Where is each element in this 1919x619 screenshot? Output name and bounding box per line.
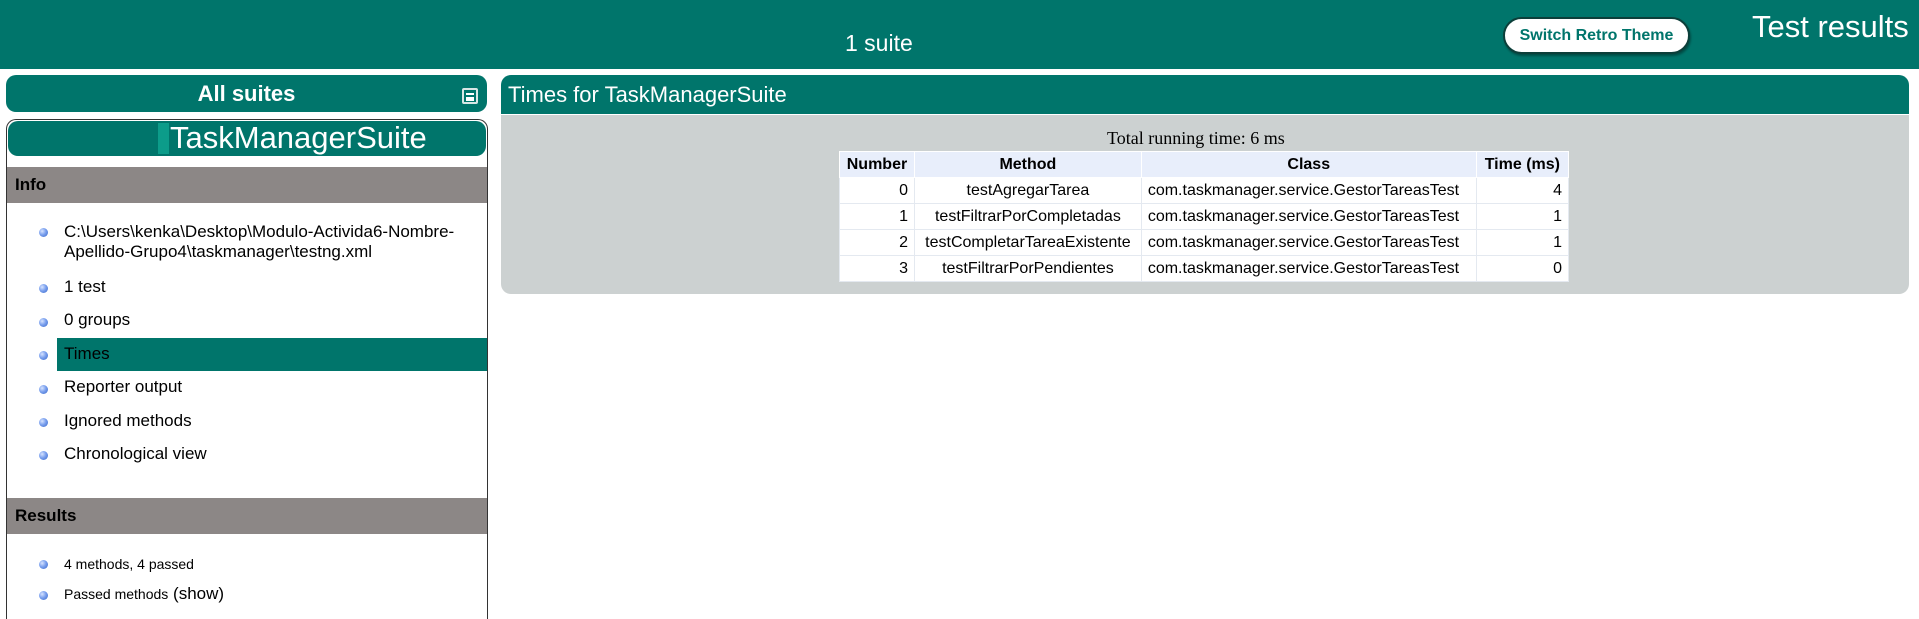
- path-line-2: Apellido-Grupo4\taskmanager\testng.xml: [64, 242, 373, 261]
- column-header-time: Time (ms): [1475, 151, 1570, 178]
- nav-item-tests[interactable]: 1 test: [64, 277, 106, 297]
- cell-class: com.taskmanager.service.GestorTareasTest: [1140, 203, 1477, 230]
- bullet-icon: [39, 228, 48, 237]
- cell-number: 3: [839, 255, 915, 282]
- bullet-icon: [39, 451, 48, 460]
- nav-item-groups[interactable]: 0 groups: [64, 310, 130, 330]
- page-title: Test results: [1752, 9, 1909, 44]
- column-header-class: Class: [1140, 151, 1477, 178]
- table-row: 2 testCompletarTareaExistente com.taskma…: [839, 229, 1570, 256]
- cell-method: testCompletarTareaExistente: [913, 229, 1142, 256]
- cell-time: 1: [1475, 203, 1570, 230]
- suite-name[interactable]: TaskManagerSuite: [170, 120, 427, 156]
- nav-item-reporter-output[interactable]: Reporter output: [64, 377, 182, 397]
- table-row: 3 testFiltrarPorPendientes com.taskmanag…: [839, 255, 1570, 282]
- nav-item-times-selected[interactable]: [57, 338, 487, 371]
- cell-method: testAgregarTarea: [913, 177, 1142, 204]
- nav-item-ignored-methods[interactable]: Ignored methods: [64, 411, 192, 431]
- path-line-1: C:\Users\kenka\Desktop\Modulo-Activida6-…: [64, 222, 455, 241]
- cell-time: 1: [1475, 229, 1570, 256]
- bullet-icon: [39, 385, 48, 394]
- table-header-row: Number Method Class Time (ms): [839, 151, 1570, 178]
- cell-time: 4: [1475, 177, 1570, 204]
- switch-retro-theme-button[interactable]: Switch Retro Theme: [1503, 17, 1690, 54]
- results-section-heading: Results: [7, 498, 487, 534]
- nav-item-testng-path[interactable]: C:\Users\kenka\Desktop\Modulo-Activida6-…: [64, 222, 454, 262]
- total-running-time: Total running time: 6 ms: [1107, 128, 1285, 148]
- bullet-icon: [39, 560, 48, 569]
- bullet-icon: [39, 318, 48, 327]
- bullet-icon: [39, 284, 48, 293]
- all-suites-header[interactable]: All suites: [6, 75, 487, 112]
- cell-number: 1: [839, 203, 915, 230]
- passed-methods-row: Passed methods (show): [64, 584, 224, 604]
- bullet-icon: [39, 418, 48, 427]
- cell-time: 0: [1475, 255, 1570, 282]
- cell-class: com.taskmanager.service.GestorTareasTest: [1140, 177, 1477, 204]
- cell-method: testFiltrarPorPendientes: [913, 255, 1142, 282]
- bullet-icon: [39, 351, 48, 360]
- bullet-icon: [39, 591, 48, 600]
- cell-class: com.taskmanager.service.GestorTareasTest: [1140, 229, 1477, 256]
- times-table: Number Method Class Time (ms) 0 testAgre…: [839, 151, 1570, 282]
- passed-methods-label: Passed methods: [64, 586, 169, 602]
- times-panel-header: Times for TaskManagerSuite: [501, 75, 1909, 114]
- cell-method: testFiltrarPorCompletadas: [913, 203, 1142, 230]
- cell-number: 0: [839, 177, 915, 204]
- table-row: 0 testAgregarTarea com.taskmanager.servi…: [839, 177, 1570, 204]
- nav-item-chronological-view[interactable]: Chronological view: [64, 444, 207, 464]
- suite-count: 1 suite: [845, 30, 913, 56]
- cell-number: 2: [839, 229, 915, 256]
- table-row: 1 testFiltrarPorCompletadas com.taskmana…: [839, 203, 1570, 230]
- collapse-icon[interactable]: [462, 88, 478, 104]
- column-header-method: Method: [913, 151, 1142, 178]
- nav-item-times[interactable]: Times: [64, 344, 110, 364]
- info-section-heading: Info: [7, 167, 487, 203]
- suite-marker: [158, 123, 169, 154]
- show-passed-link[interactable]: (show): [173, 584, 224, 603]
- cell-class: com.taskmanager.service.GestorTareasTest: [1140, 255, 1477, 282]
- column-header-number: Number: [839, 151, 915, 178]
- results-summary: 4 methods, 4 passed: [64, 556, 194, 572]
